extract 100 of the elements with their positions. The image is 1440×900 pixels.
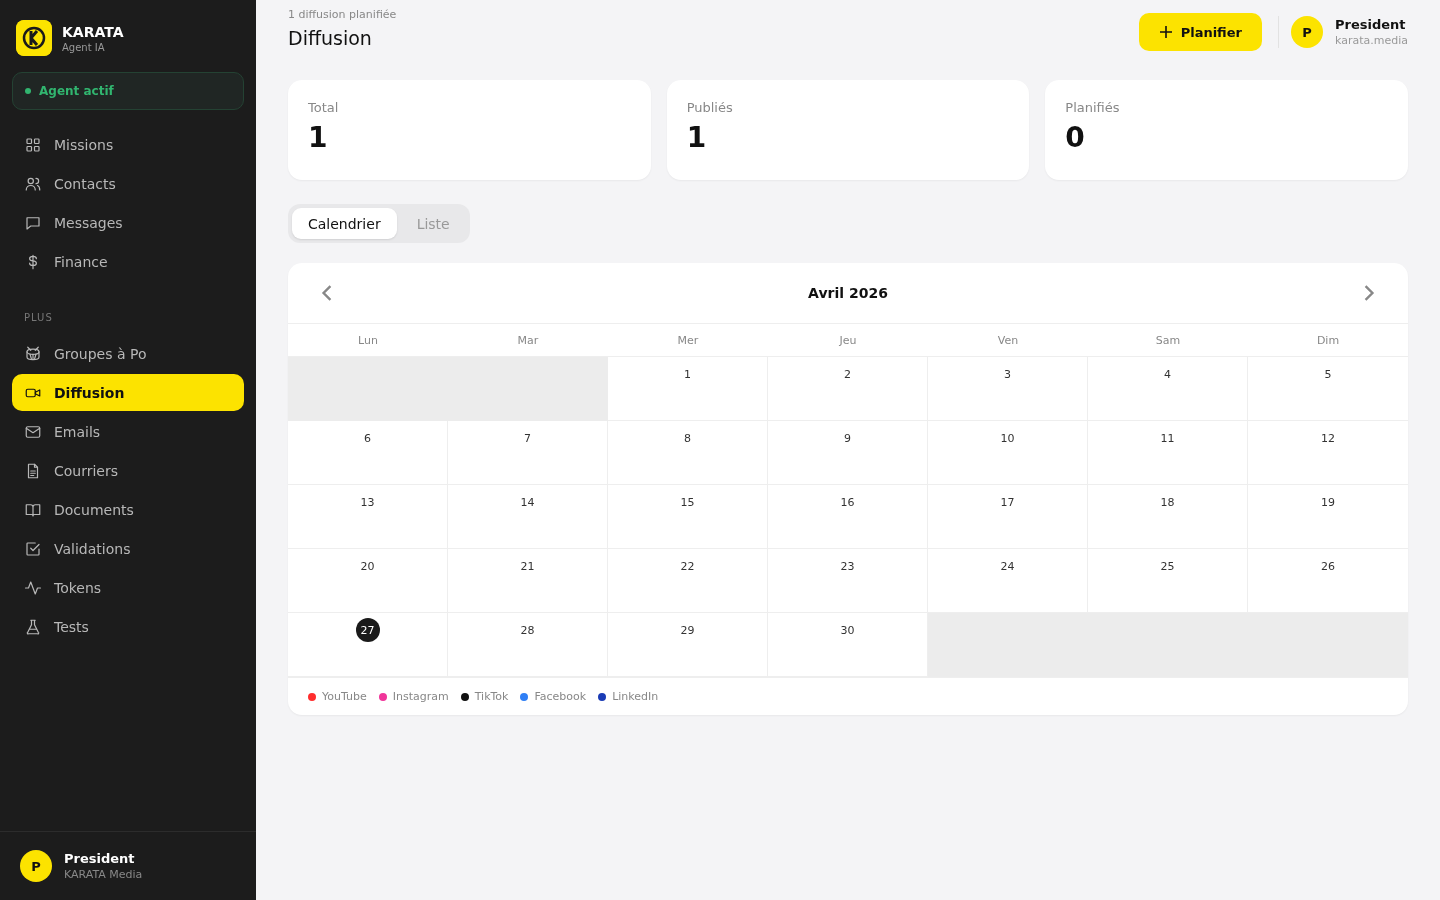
sidebar-item[interactable]: Contacts [12,165,244,202]
stat-label: Planifiés [1065,100,1121,115]
section-label: PLUS [23,311,54,325]
sidebar-item[interactable]: Emails [12,413,244,450]
day-cell[interactable]: 3 [928,357,1088,421]
day-cell[interactable]: 11 [1088,421,1248,485]
day-number: 18 [1159,494,1176,511]
user-name: President [1335,17,1407,32]
day-number: 7 [523,430,532,447]
day-cell[interactable]: 6 [288,421,448,485]
day-cell[interactable]: 19 [1248,485,1408,549]
sidebar-item[interactable]: Courriers [12,452,244,489]
flask-icon [24,617,42,636]
day-cell[interactable]: 17 [928,485,1088,549]
sidebar-item[interactable]: Tests [12,608,244,645]
day-number: 4 [1163,366,1172,383]
day-number: 11 [1159,430,1176,447]
day-number: 15 [679,494,696,511]
day-cell[interactable]: 10 [928,421,1088,485]
day-number: 27 [355,618,380,642]
day-cell[interactable]: 8 [608,421,768,485]
day-number: 30 [839,622,856,639]
day-cell[interactable]: 21 [448,549,608,613]
day-number: 6 [363,430,372,447]
day-cell[interactable]: 2 [768,357,928,421]
user-name: President [64,851,136,866]
weekday-label: Jeu [768,324,928,357]
day-number: 23 [839,558,856,575]
day-cell[interactable]: 9 [768,421,928,485]
legend-label: TikTok [474,690,509,703]
day-number: 22 [679,558,696,575]
avatar[interactable]: P [1291,16,1323,48]
sidebar-item[interactable]: Missions [12,126,244,163]
legend-label: Facebook [534,690,587,703]
day-number: 21 [519,558,536,575]
sidebar-item[interactable]: Groupes à Po [12,335,244,372]
page-title: Diffusion [288,27,373,49]
day-number: 17 [999,494,1016,511]
day-number: 19 [1320,494,1336,511]
stat-value: 1 [308,121,329,154]
day-number: 28 [519,622,536,639]
legend-label: YouTube [322,690,367,703]
stat-label: Publiés [686,100,734,115]
schedule-button[interactable]: Planifier [1138,13,1262,51]
sidebar-item[interactable]: Tokens [12,569,244,606]
day-number: 2 [843,366,852,383]
user-domain: karata.media [1335,34,1408,47]
day-cell[interactable]: 7 [448,421,608,485]
day-number: 1 [683,366,692,383]
brand-subtitle: Agent IA [62,41,106,53]
day-cell[interactable]: 29 [608,613,768,677]
stat-value: 1 [686,121,708,154]
day-number: 24 [999,558,1016,575]
day-number: 12 [1320,430,1336,447]
day-cell[interactable]: 20 [288,549,448,613]
sidebar-item[interactable]: Finance [12,243,244,280]
plus-icon [1158,25,1173,39]
day-cell[interactable]: 1 [608,357,768,421]
day-cell[interactable]: 28 [448,613,608,677]
view-tab[interactable]: Calendrier [292,208,397,239]
day-number: 5 [1323,366,1333,383]
day-cell[interactable]: 5 [1248,357,1408,421]
month-title: Avril 2026 [808,285,888,301]
day-cell[interactable]: 27 [288,613,448,677]
user-org: KARATA Media [64,868,143,881]
day-number: 26 [1320,558,1336,575]
weekday-label: Dim [1248,324,1408,357]
day-number: 8 [683,430,692,447]
day-cell[interactable]: 16 [768,485,928,549]
day-number: 9 [843,430,852,447]
day-number: 29 [679,622,696,639]
legend-label: Instagram [392,690,449,703]
day-cell[interactable]: 13 [288,485,448,549]
sidebar-item[interactable]: Validations [12,530,244,567]
sidebar-item[interactable]: Diffusion [12,374,244,411]
day-cell[interactable]: 12 [1248,421,1408,485]
legend-label: LinkedIn [612,690,659,703]
weekday-label: Mer [608,324,768,357]
day-number: 25 [1159,558,1176,575]
day-number: 14 [519,494,536,511]
day-cell[interactable]: 4 [1088,357,1248,421]
checkbox-icon [24,539,42,558]
stat-label: Total [308,100,340,115]
drum-icon [24,344,42,363]
day-cell[interactable]: 23 [768,549,928,613]
page-subtitle: 1 diffusion planifiée [288,8,398,21]
day-cell[interactable]: 18 [1088,485,1248,549]
avatar: P [20,850,52,882]
status-label: Agent actif [39,84,114,98]
day-cell[interactable]: 22 [608,549,768,613]
grid-icon [24,135,42,154]
day-number: 16 [839,494,856,511]
brand-name: KARATA [62,23,124,40]
pulse-icon [24,578,42,597]
day-cell[interactable]: 15 [608,485,768,549]
day-cell[interactable]: 14 [448,485,608,549]
sidebar-item[interactable]: Documents [12,491,244,528]
day-number: 3 [1003,366,1012,383]
weekday-label: Sam [1088,324,1248,357]
sidebar-item[interactable]: Messages [12,204,244,241]
